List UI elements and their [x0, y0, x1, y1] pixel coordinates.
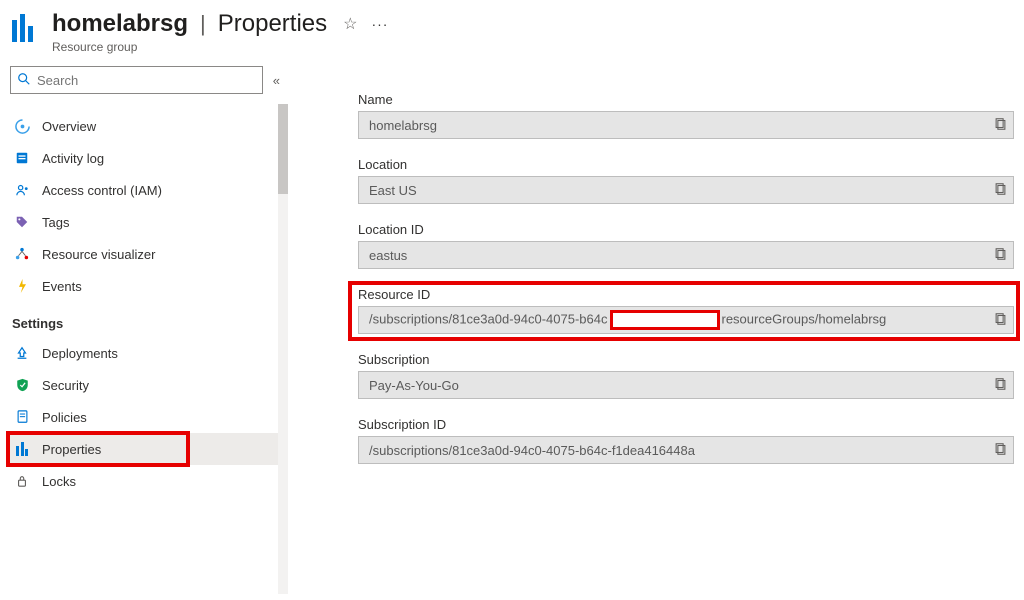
sidebar-item-locks[interactable]: Locks — [10, 465, 288, 497]
policies-icon — [14, 409, 30, 425]
deployments-icon — [14, 345, 30, 361]
copy-icon[interactable] — [994, 247, 1007, 264]
security-icon — [14, 377, 30, 393]
sidebar-item-label: Resource visualizer — [42, 247, 155, 262]
search-input[interactable] — [37, 73, 256, 88]
sidebar-item-resource-visualizer[interactable]: Resource visualizer — [10, 238, 288, 270]
copy-icon[interactable] — [994, 442, 1007, 459]
resource-name: homelabrsg — [52, 10, 188, 38]
resource-type-label: Resource group — [52, 40, 388, 54]
title-separator: | — [200, 11, 206, 37]
field-value-box: homelabrsg — [358, 111, 1014, 139]
access-control-icon — [14, 182, 30, 198]
sidebar-item-label: Overview — [42, 119, 96, 134]
sidebar-item-deployments[interactable]: Deployments — [10, 337, 288, 369]
page-header: homelabrsg | Properties ☆ ··· Resource g… — [0, 0, 1024, 64]
field-label: Name — [358, 92, 1014, 107]
sidebar-nav: Overview Activity log Access control (IA… — [10, 110, 288, 497]
field-value-box: /subscriptions/81ce3a0d-94c0-4075-b64c-f… — [358, 436, 1014, 464]
sidebar-item-label: Activity log — [42, 151, 104, 166]
search-box[interactable] — [10, 66, 263, 94]
events-icon — [14, 278, 30, 294]
field-value: eastus — [369, 248, 994, 263]
search-icon — [17, 72, 31, 89]
copy-icon[interactable] — [994, 182, 1007, 199]
header-text-block: homelabrsg | Properties ☆ ··· Resource g… — [52, 10, 388, 54]
field-subscription-id: Subscription ID /subscriptions/81ce3a0d-… — [358, 417, 1014, 464]
field-value: homelabrsg — [369, 118, 994, 133]
copy-icon[interactable] — [994, 312, 1007, 329]
properties-panel: Name homelabrsg Location East US Locatio… — [288, 64, 1024, 594]
field-label: Subscription ID — [358, 417, 1014, 432]
sidebar-item-policies[interactable]: Policies — [10, 401, 288, 433]
overview-icon — [14, 118, 30, 134]
sidebar-item-security[interactable]: Security — [10, 369, 288, 401]
field-label: Location — [358, 157, 1014, 172]
sidebar-item-tags[interactable]: Tags — [10, 206, 288, 238]
sidebar-scrollbar-thumb[interactable] — [278, 104, 288, 194]
favorite-star-icon[interactable]: ☆ — [343, 14, 357, 34]
sidebar-item-label: Deployments — [42, 346, 118, 361]
sidebar-item-overview[interactable]: Overview — [10, 110, 288, 142]
properties-icon — [14, 441, 30, 457]
locks-icon — [14, 473, 30, 489]
more-actions-icon[interactable]: ··· — [371, 16, 388, 32]
sidebar-item-label: Tags — [42, 215, 69, 230]
sidebar-item-label: Properties — [42, 442, 101, 457]
resource-group-icon — [12, 14, 40, 42]
sidebar-item-label: Policies — [42, 410, 87, 425]
field-value: /subscriptions/81ce3a0d-94c0-4075-b64c-f… — [369, 443, 994, 458]
page-title: Properties — [218, 10, 327, 38]
field-subscription: Subscription Pay-As-You-Go — [358, 352, 1014, 399]
sidebar-section-settings: Settings — [10, 302, 288, 337]
field-label: Subscription — [358, 352, 1014, 367]
sidebar-item-label: Locks — [42, 474, 76, 489]
field-value-box: /subscriptions/81ce3a0d-94c0-4075-b64cre… — [358, 306, 1014, 334]
field-value: Pay-As-You-Go — [369, 378, 994, 393]
field-name: Name homelabrsg — [358, 92, 1014, 139]
copy-icon[interactable] — [994, 117, 1007, 134]
sidebar-item-label: Events — [42, 279, 82, 294]
resource-visualizer-icon — [14, 246, 30, 262]
field-label: Location ID — [358, 222, 1014, 237]
field-value-box: eastus — [358, 241, 1014, 269]
field-value-box: East US — [358, 176, 1014, 204]
collapse-sidebar-icon[interactable]: « — [273, 73, 280, 88]
field-location: Location East US — [358, 157, 1014, 204]
field-location-id: Location ID eastus — [358, 222, 1014, 269]
copy-icon[interactable] — [994, 377, 1007, 394]
sidebar-item-properties[interactable]: Properties — [10, 433, 288, 465]
field-label: Resource ID — [358, 287, 1014, 302]
field-value: /subscriptions/81ce3a0d-94c0-4075-b64cre… — [369, 310, 994, 330]
tags-icon — [14, 214, 30, 230]
field-value-box: Pay-As-You-Go — [358, 371, 1014, 399]
sidebar-item-events[interactable]: Events — [10, 270, 288, 302]
redacted-segment — [610, 310, 720, 330]
sidebar-item-label: Security — [42, 378, 89, 393]
activity-log-icon — [14, 150, 30, 166]
sidebar-item-label: Access control (IAM) — [42, 183, 162, 198]
sidebar: « Overview Activity log Access control (… — [0, 64, 288, 594]
sidebar-item-activity-log[interactable]: Activity log — [10, 142, 288, 174]
field-resource-id: Resource ID /subscriptions/81ce3a0d-94c0… — [358, 287, 1014, 334]
sidebar-item-access-control[interactable]: Access control (IAM) — [10, 174, 288, 206]
field-value: East US — [369, 183, 994, 198]
